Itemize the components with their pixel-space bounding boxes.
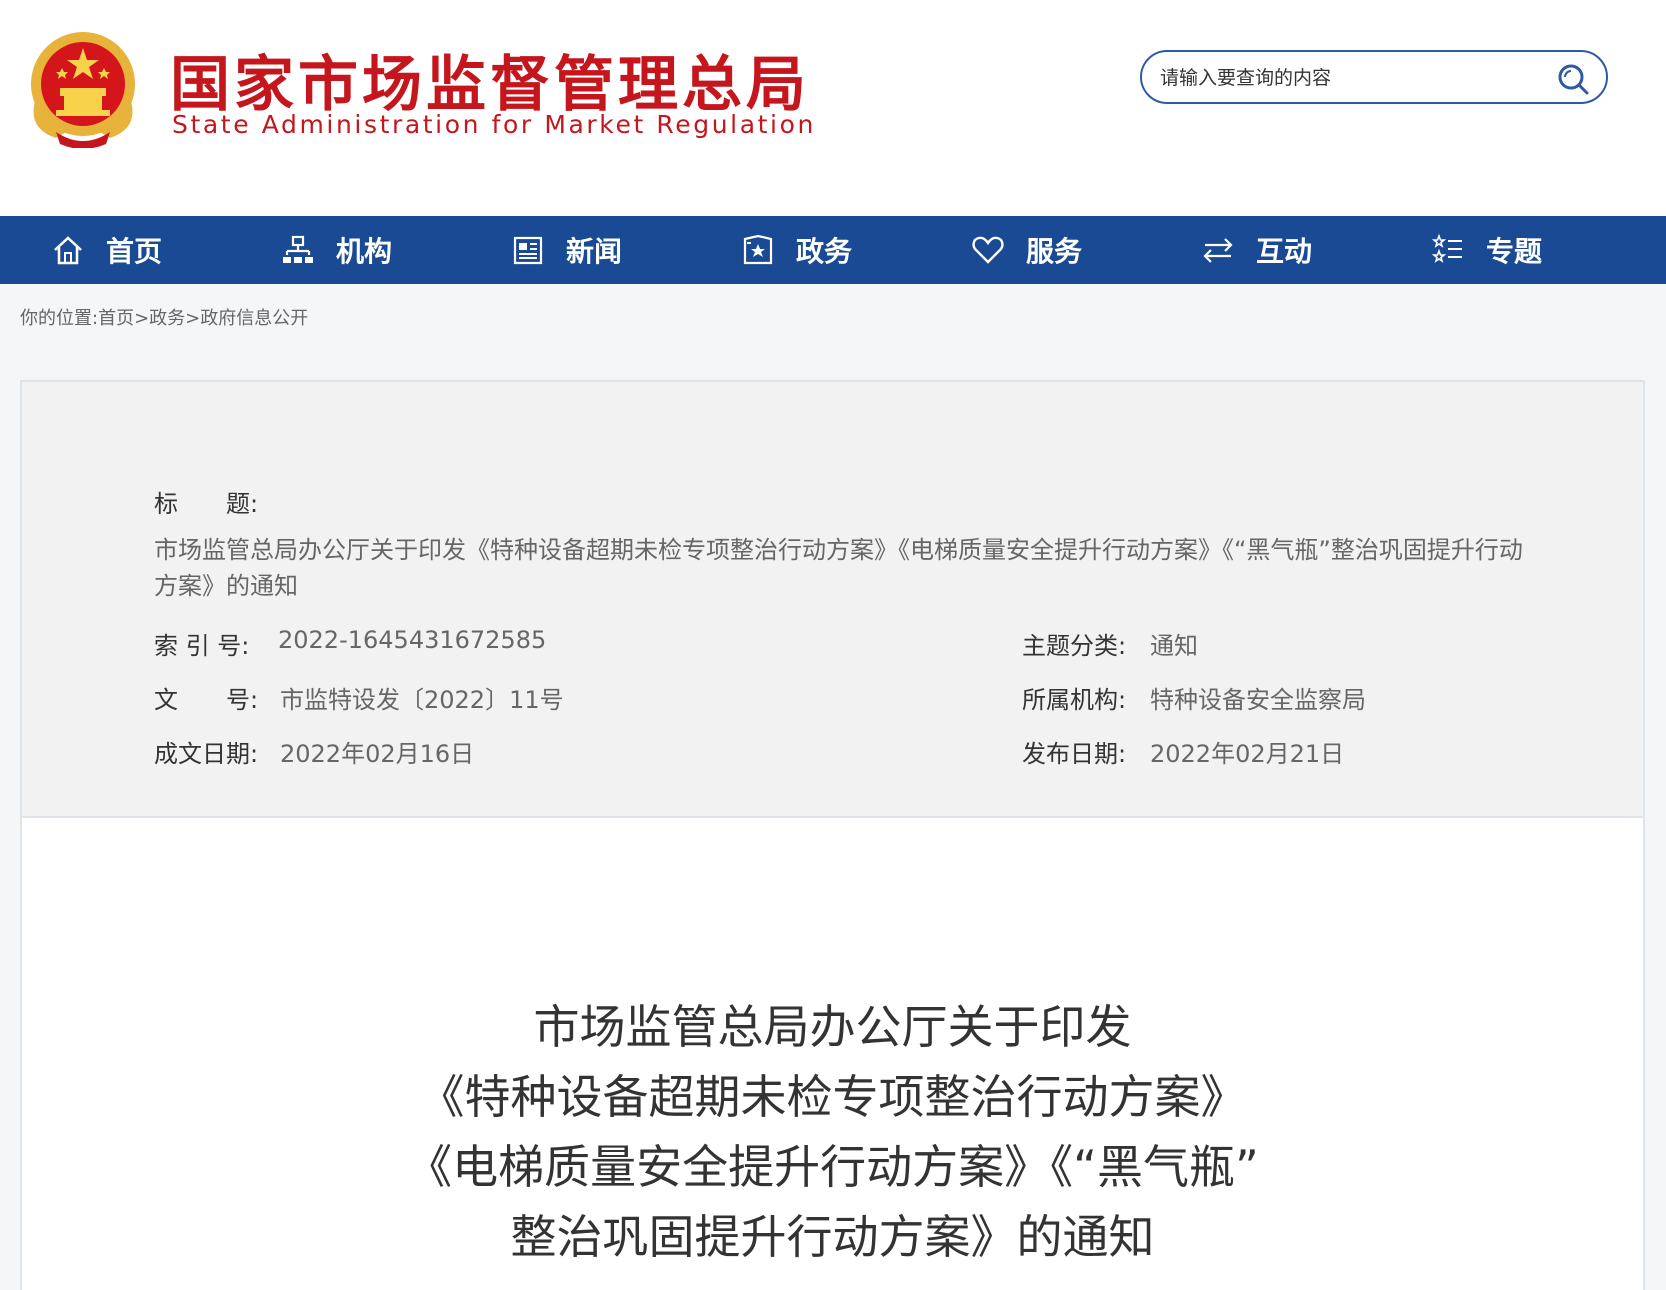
nav-item-news[interactable]: 新闻 [510,216,622,284]
article-title-line: 市场监管总局办公厅关于印发 [533,1000,1132,1054]
publish-date-value: 2022年02月21日 [1150,740,1345,768]
nav-item-interaction[interactable]: 互动 [1200,216,1312,284]
search-icon[interactable] [1556,62,1590,96]
heart-icon [970,232,1006,268]
index-number-value: 2022-1645431672585 [278,626,547,654]
nav-label: 专题 [1486,235,1543,268]
site-header: 国家市场监督管理总局 State Administration for Mark… [0,0,1666,216]
title-value: 市场监管总局办公厅关于印发《特种设备超期未检专项整治行动方案》《电梯质量安全提升… [154,536,1523,600]
publish-date-label: 发布日期: [1022,740,1127,768]
nav-label: 政务 [796,235,853,268]
newspaper-icon [510,232,546,268]
nav-item-topics[interactable]: 专题 [1430,216,1542,284]
nav-item-home[interactable]: 首页 [50,216,162,284]
nav-label: 服务 [1026,235,1083,268]
document-number-value: 市监特设发〔2022〕11号 [280,686,564,714]
article-container: 标 题: 市场监管总局办公厅关于印发《特种设备超期未检专项整治行动方案》《电梯质… [20,380,1645,1290]
title-label: 标 题: [154,490,259,518]
written-date-label: 成文日期: [154,740,259,768]
document-number-label: 文 号: [154,686,259,714]
article-title-line: 整治巩固提升行动方案》的通知 [510,1210,1155,1264]
article-title-line: 《特种设备超期未检专项整治行动方案》 [418,1070,1247,1124]
exchange-arrows-icon [1200,232,1236,268]
search-input[interactable] [1160,64,1540,92]
article-title: 市场监管总局办公厅关于印发 《特种设备超期未检专项整治行动方案》 《电梯质量安全… [22,992,1643,1272]
written-date-value: 2022年02月16日 [280,740,475,768]
document-metadata-panel: 标 题: 市场监管总局办公厅关于印发《特种设备超期未检专项整治行动方案》《电梯质… [22,382,1643,818]
article-title-line: 《电梯质量安全提升行动方案》《“黑气瓶” [406,1140,1259,1194]
nav-item-organization[interactable]: 机构 [280,216,392,284]
nav-item-government-affairs[interactable]: 政务 [740,216,852,284]
nav-item-services[interactable]: 服务 [970,216,1082,284]
topic-category-label: 主题分类: [1022,632,1127,660]
home-icon [50,232,86,268]
topic-category-value: 通知 [1150,632,1198,660]
nav-label: 首页 [106,235,163,268]
nav-label: 新闻 [566,235,623,268]
agency-label: 所属机构: [1022,686,1127,714]
national-emblem-logo[interactable] [26,28,140,149]
search-box [1140,50,1608,104]
topic-list-icon [1430,232,1466,268]
main-nav: 首页 机构 新闻 政务 服务 互动 专题 [0,216,1666,284]
government-affairs-icon [740,232,776,268]
org-chart-icon [280,232,316,268]
site-subtitle: State Administration for Market Regulati… [172,110,816,139]
nav-label: 互动 [1256,235,1313,268]
agency-value: 特种设备安全监察局 [1150,686,1366,714]
index-number-label: 索 引 号: [154,632,250,660]
breadcrumb: 你的位置:首页>政务>政府信息公开 [20,308,309,329]
nav-label: 机构 [336,235,393,268]
